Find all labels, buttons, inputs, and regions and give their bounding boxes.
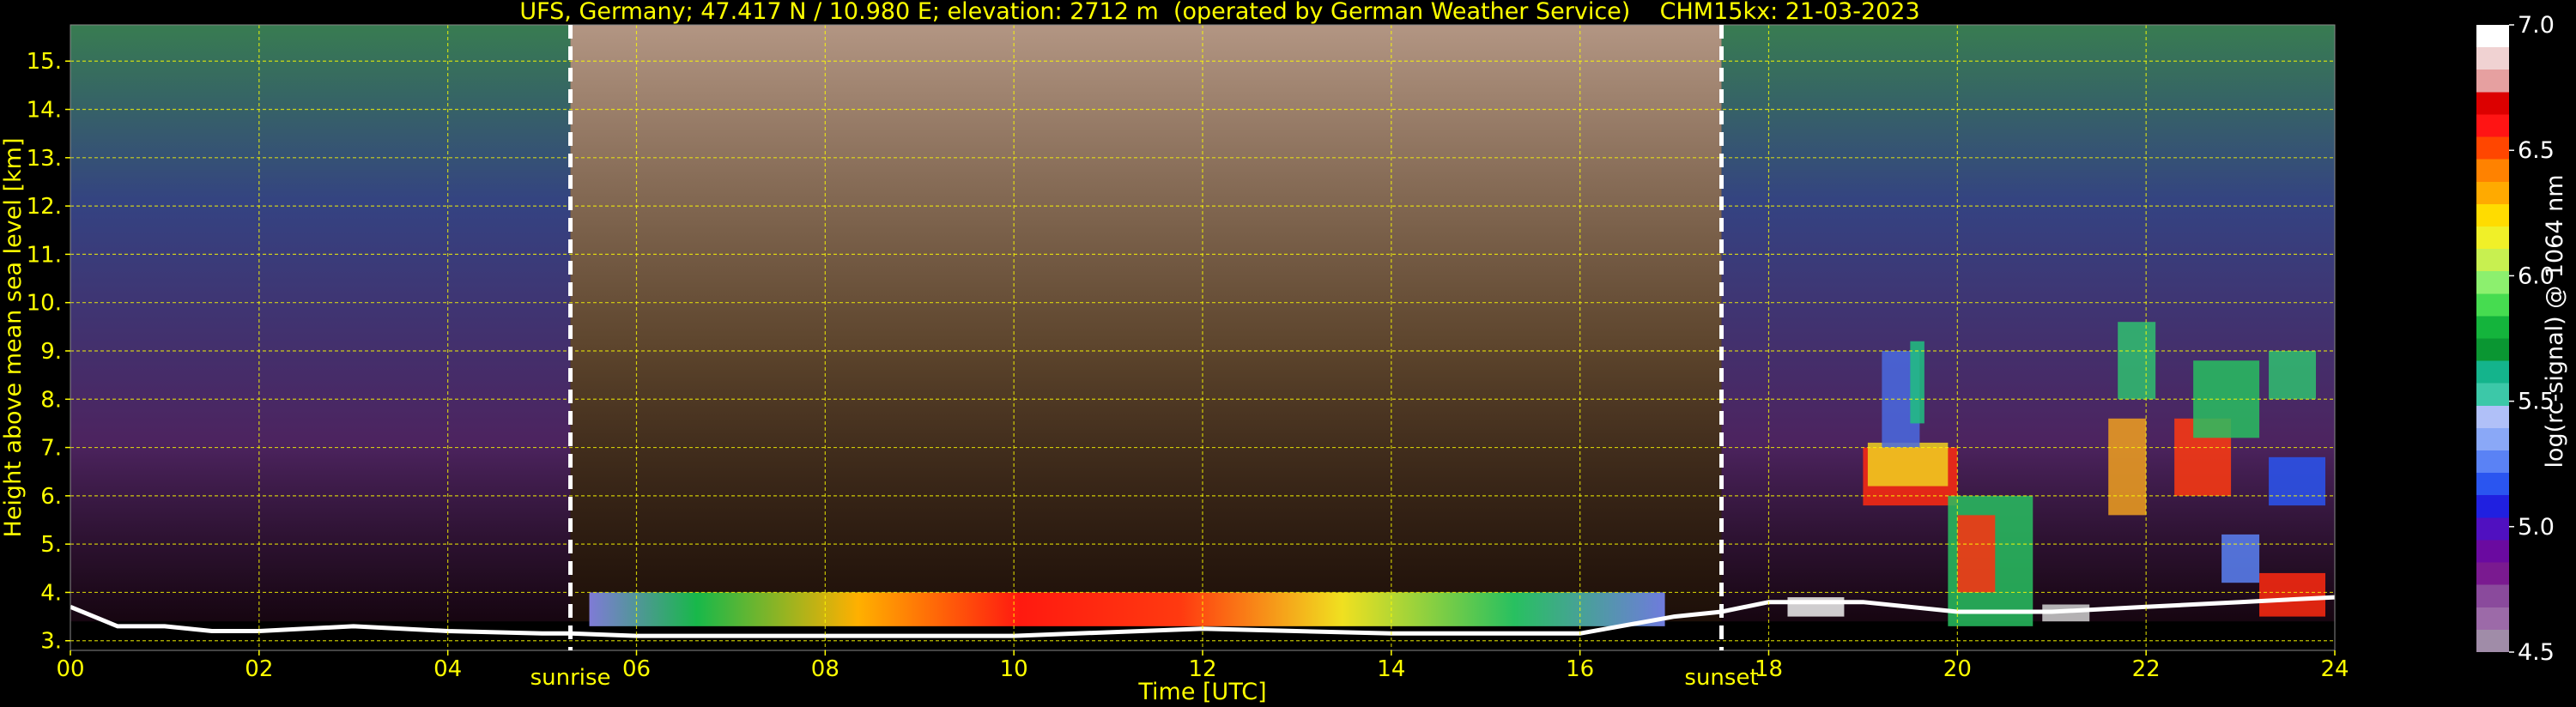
colorbar: 4.55.05.56.06.57.0 log(rc-signal) @ 1064… [2476,12,2568,666]
y-tick-label: 7. [40,436,62,462]
colorbar-tick-label: 5.0 [2518,514,2555,541]
boundary-layer-aerosol [589,592,1665,626]
colorbar-scale [2476,25,2509,652]
cloud-patch [1957,515,1996,593]
cloud-patch [2269,350,2317,400]
cloud-patch [2259,572,2326,617]
x-tick-label: 16 [1566,656,1594,682]
low-level-dark-band [70,633,2335,650]
night-background-signal [70,25,571,622]
colorbar-tick-label: 6.5 [2518,137,2555,164]
y-tick-label: 12. [27,194,62,220]
y-tick-label: 8. [40,387,62,413]
cloud-patch [2108,418,2147,516]
x-tick-label: 18 [1755,656,1783,682]
colorbar-label: log(rc-signal) @ 1064 nm [2542,174,2568,468]
y-axis: 3. 4. 5. 6. 7. 8. 9. 10. 11. 12. 13. 14. 15. [27,49,70,655]
colorbar-tick-label: 7.0 [2518,12,2555,39]
x-tick-label: 04 [433,656,462,682]
cloud-patch [2269,456,2326,506]
sun-marker-label: sunrise [530,665,611,691]
x-tick-label: 00 [56,656,84,682]
cloud-patch [2118,322,2156,400]
chart-title: UFS, Germany; 47.417 N / 10.980 E; eleva… [519,0,1919,25]
cloud-patch [2193,360,2260,438]
x-tick-label: 20 [1943,656,1972,682]
y-tick-label: 6. [40,484,62,510]
y-tick-label: 15. [27,49,62,75]
sun-marker-label: sunset [1684,665,1758,691]
x-tick-label: 08 [811,656,839,682]
cloud-patch [1910,341,1924,424]
x-tick-label: 22 [2132,656,2161,682]
x-tick-label: 06 [622,656,651,682]
y-tick-label: 10. [27,291,62,317]
x-axis: 00 02 04 06 08 10 12 14 16 18 20 22 24 [56,650,2349,682]
x-axis-label: Time [UTC] [1137,679,1266,705]
y-tick-label: 11. [27,242,62,268]
ceilometer-chart: sunrise sunset 00 02 04 06 08 10 12 14 16 18 20 22 24… [0,0,2568,705]
cloud-patch [1867,442,1949,486]
surface-dark-band [70,633,2335,650]
y-tick-label: 4. [40,580,62,606]
y-tick-label: 14. [27,98,62,124]
plot-area [70,25,2335,650]
y-tick-label: 9. [40,339,62,365]
y-tick-label: 5. [40,532,62,558]
cloud-patch [2221,534,2260,583]
x-tick-label: 10 [1000,656,1028,682]
daytime-background-signal [570,25,1722,622]
x-tick-label: 14 [1377,656,1405,682]
colorbar-tick-label: 4.5 [2518,639,2555,666]
y-axis-label: Height above mean sea level [km] [0,138,27,538]
x-tick-label: 02 [245,656,273,682]
x-tick-label: 24 [2320,656,2349,682]
y-tick-label: 13. [27,146,62,172]
y-tick-label: 3. [40,629,62,655]
